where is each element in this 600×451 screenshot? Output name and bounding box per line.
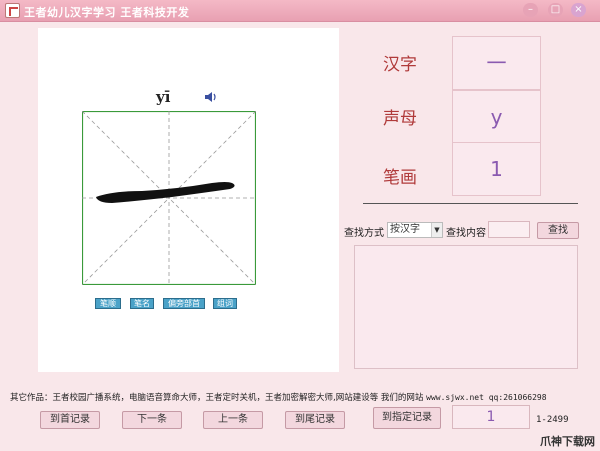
first-record-button[interactable]: 到首记录 (40, 411, 100, 429)
speaker-icon[interactable] (204, 90, 218, 104)
search-content-label: 查找内容 (446, 228, 486, 239)
footer-prefix: 其它作品：王者校园广播系统，电脑语音算命大师，王者定时关机，王者加密解密大师,网… (10, 393, 424, 403)
record-range: 1-2499 (536, 415, 569, 425)
title-bar: 王者幼儿汉字学习 王者科技开发 – □ × (0, 0, 600, 22)
search-results[interactable] (354, 245, 578, 369)
writing-grid (82, 111, 256, 285)
footer-info: 其它作品：王者校园广播系统，电脑语音算命大师，王者定时关机，王者加密解密大师,网… (10, 391, 547, 403)
maximize-button[interactable]: □ (548, 3, 563, 17)
pinyin-label: yī (156, 88, 171, 106)
divider (363, 203, 578, 204)
footer-url[interactable]: www.sjwx.net qq:261066298 (426, 393, 546, 402)
goto-record-button[interactable]: 到指定记录 (373, 407, 441, 429)
radical-button[interactable]: 偏旁部首 (163, 298, 205, 309)
search-input[interactable] (488, 221, 530, 238)
next-record-button[interactable]: 下一条 (122, 411, 182, 429)
search-method-select[interactable]: 按汉字 ▼ (387, 222, 443, 238)
hanzi-label: 汉字 (383, 55, 417, 75)
word-group-button[interactable]: 组词 (213, 298, 237, 309)
bihua-value: 1 (452, 142, 541, 196)
window-title: 王者幼儿汉字学习 王者科技开发 (24, 6, 190, 19)
bihua-label: 笔画 (383, 168, 417, 188)
app-icon (5, 3, 20, 18)
record-number-input[interactable]: 1 (452, 405, 530, 429)
shengmu-value: y (452, 90, 541, 144)
stroke-name-button[interactable]: 笔名 (130, 298, 154, 309)
shengmu-label: 声母 (383, 109, 417, 129)
watermark-logo: 爪神下载网 (540, 435, 595, 448)
last-record-button[interactable]: 到尾记录 (285, 411, 345, 429)
hanzi-value: 一 (452, 36, 541, 90)
search-method-label: 查找方式 (344, 228, 384, 239)
stroke-order-button[interactable]: 笔顺 (95, 298, 121, 309)
search-button[interactable]: 查找 (537, 222, 579, 239)
chevron-down-icon[interactable]: ▼ (431, 223, 442, 237)
search-method-value: 按汉字 (390, 224, 420, 235)
prev-record-button[interactable]: 上一条 (203, 411, 263, 429)
minimize-button[interactable]: – (523, 3, 538, 17)
close-button[interactable]: × (571, 3, 586, 17)
